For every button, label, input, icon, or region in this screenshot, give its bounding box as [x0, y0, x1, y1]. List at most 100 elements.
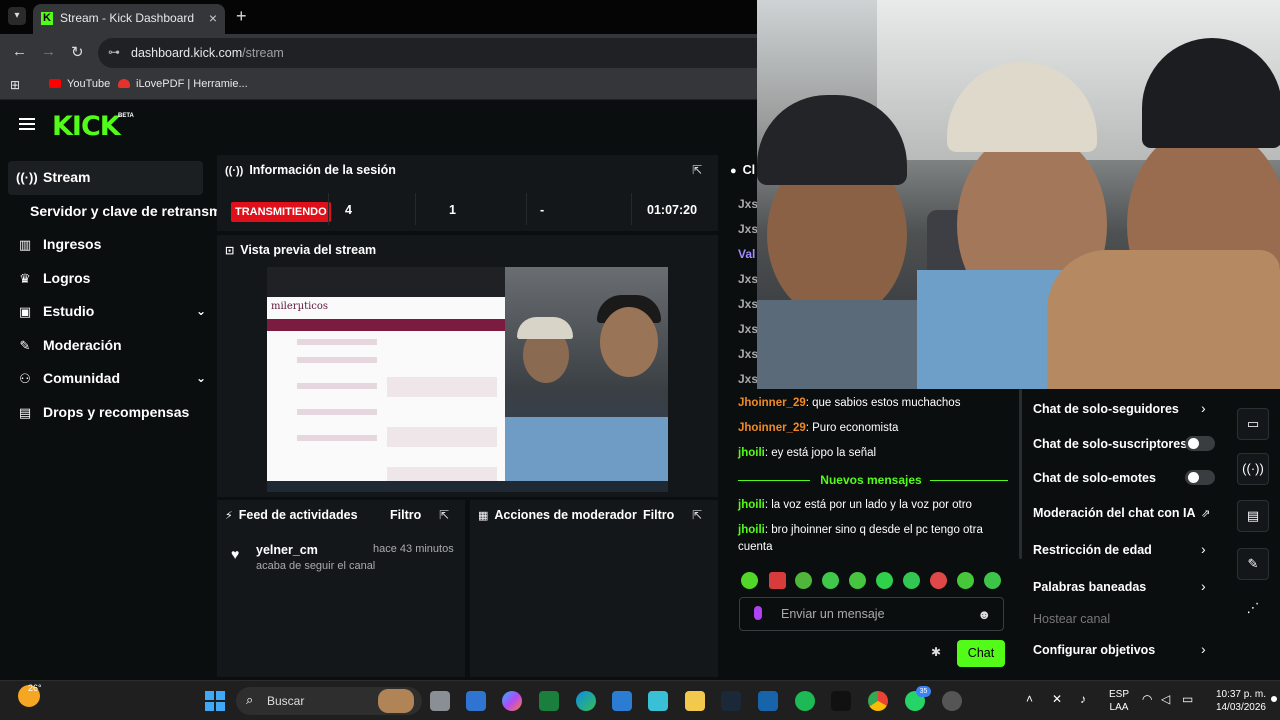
bookmark-youtube[interactable]: YouTube — [49, 78, 110, 90]
chat-panel-icon[interactable]: ▭ — [1237, 408, 1269, 440]
chrome-icon[interactable] — [868, 691, 888, 711]
tab-close-icon[interactable]: × — [209, 10, 217, 26]
kick-logo[interactable]: KICK — [52, 111, 121, 142]
gear-icon[interactable]: ✱ — [931, 645, 941, 659]
emote-icon[interactable] — [822, 572, 839, 589]
expand-icon[interactable]: ⇱ — [692, 163, 702, 177]
stream-preview-video[interactable]: milerµticos — [267, 267, 668, 492]
emote-icon[interactable] — [741, 572, 758, 589]
sidebar-item-stream[interactable]: ((·)) Stream — [8, 161, 203, 195]
chat-username[interactable]: jhoili — [738, 447, 765, 459]
obs-icon[interactable] — [942, 691, 962, 711]
app-icon[interactable] — [648, 691, 668, 711]
reload-icon[interactable]: ↻ — [71, 43, 84, 61]
sidebar-item-estudio[interactable]: ▣ Estudio ⌄ — [8, 295, 214, 329]
wifi-icon[interactable]: ◠ — [1142, 692, 1152, 706]
sidebar-item-drops[interactable]: ▤ Drops y recompensas — [8, 396, 214, 430]
emote-icon[interactable] — [795, 572, 812, 589]
sidebar-item-server-key[interactable]: Servidor y clave de retransm — [8, 195, 221, 229]
game-app-icon[interactable] — [539, 691, 559, 711]
back-icon[interactable]: ← — [12, 43, 27, 60]
mod-filter-button[interactable]: Filtro — [643, 508, 674, 522]
sidebar-item-ingresos[interactable]: ▥ Ingresos — [8, 228, 214, 262]
language-indicator[interactable]: ESP LAA — [1109, 688, 1129, 714]
chevron-right-icon[interactable]: › — [1201, 641, 1206, 657]
expand-icon[interactable]: ⇱ — [439, 508, 449, 522]
chat-username[interactable]: Jxs — [738, 197, 758, 211]
menu-icon[interactable] — [19, 118, 35, 130]
scrollbar[interactable] — [1019, 389, 1022, 559]
battery-icon[interactable]: ▭ — [1182, 692, 1193, 706]
spotify-icon[interactable] — [795, 691, 815, 711]
followers-only-chat[interactable]: Chat de solo-seguidores — [1033, 402, 1179, 416]
chat-username[interactable]: jhoili — [738, 524, 765, 536]
feed-username[interactable]: yelner_cm — [256, 543, 318, 557]
host-channel[interactable]: Hostear canal — [1033, 612, 1110, 626]
broadcast-tool-icon[interactable]: ((·)) — [1237, 453, 1269, 485]
banned-words[interactable]: Palabras baneadas — [1033, 580, 1146, 594]
vscode-icon[interactable] — [612, 691, 632, 711]
new-tab-button[interactable]: + — [236, 6, 247, 27]
chat-username[interactable]: Jhoinner_29 — [738, 422, 806, 434]
app-icon[interactable] — [758, 691, 778, 711]
emote-icon[interactable] — [849, 572, 866, 589]
sidebar-item-comunidad[interactable]: ⚇ Comunidad ⌄ — [8, 362, 214, 396]
tray-chevron-up-icon[interactable]: ˄ — [1026, 692, 1033, 706]
url-field[interactable]: ⊶ dashboard.kick.com/stream — [98, 38, 757, 68]
layout-tool-icon[interactable]: ▤ — [1237, 500, 1269, 532]
chat-username[interactable]: Jxs — [738, 322, 758, 336]
wrench-tool-icon[interactable]: ✎ — [1237, 548, 1269, 580]
sidebar-item-moderacion[interactable]: ✎ Moderación — [8, 329, 214, 363]
notification-icon[interactable] — [1271, 696, 1277, 702]
tiktok-icon[interactable] — [831, 691, 851, 711]
expand-icon[interactable]: ⇱ — [692, 508, 702, 522]
chevron-right-icon[interactable]: › — [1201, 578, 1206, 594]
file-explorer-icon[interactable] — [685, 691, 705, 711]
feed-filter-button[interactable]: Filtro — [390, 508, 421, 522]
chat-message-input[interactable]: Enviar un mensaje ☻ — [739, 597, 1004, 631]
bookmark-ilovepdf[interactable]: iLovePDF | Herramie... — [118, 78, 248, 90]
browser-tab[interactable]: K Stream - Kick Dashboard × — [33, 4, 225, 34]
chat-username[interactable]: Jxs — [738, 297, 758, 311]
share-icon[interactable]: ⋰ — [1237, 593, 1269, 625]
chat-username[interactable]: Jxs — [738, 222, 758, 236]
windows-start-icon[interactable] — [205, 691, 225, 711]
emote-icon[interactable] — [876, 572, 893, 589]
store-icon[interactable] — [466, 691, 486, 711]
emote-icon[interactable] — [957, 572, 974, 589]
configure-goals[interactable]: Configurar objetivos — [1033, 643, 1155, 657]
emote-icon[interactable] — [984, 572, 1001, 589]
chat-username[interactable]: jhoili — [738, 499, 765, 511]
age-restriction[interactable]: Restricción de edad — [1033, 543, 1152, 557]
chat-username[interactable]: Jxs — [738, 347, 758, 361]
chat-username[interactable]: Jxs — [738, 372, 758, 386]
emotes-only-toggle[interactable] — [1185, 470, 1215, 485]
emote-icon[interactable] — [930, 572, 947, 589]
tray-app-icon[interactable]: ✕ — [1052, 692, 1062, 706]
forward-icon[interactable]: → — [41, 43, 56, 60]
task-view-icon[interactable] — [430, 691, 450, 711]
chat-username[interactable]: Jxs — [738, 272, 758, 286]
volume-icon[interactable]: ◁ — [1161, 692, 1170, 706]
external-link-icon[interactable]: ⇗ — [1201, 507, 1210, 520]
edge-icon[interactable] — [576, 691, 596, 711]
chat-username[interactable]: Jhoinner_29 — [738, 397, 806, 409]
chat-username[interactable]: Val — [738, 247, 755, 261]
steam-icon[interactable] — [721, 691, 741, 711]
microphone-icon[interactable] — [754, 606, 762, 620]
emoji-icon[interactable]: ☻ — [977, 607, 991, 622]
ai-chat-moderation[interactable]: Moderación del chat con IA — [1033, 506, 1196, 520]
emote-icon[interactable] — [903, 572, 920, 589]
microphone-icon[interactable]: ♪ — [1080, 692, 1086, 706]
clock[interactable]: 10:37 p. m. 14/03/2026 — [1210, 688, 1266, 714]
chevron-right-icon[interactable]: › — [1201, 541, 1206, 557]
emote-icon[interactable] — [769, 572, 786, 589]
copilot-icon[interactable] — [502, 691, 522, 711]
tab-search-button[interactable]: ▾ — [8, 7, 26, 25]
subscribers-only-toggle[interactable] — [1185, 436, 1215, 451]
apps-grid-icon[interactable]: ⊞ — [10, 78, 20, 92]
send-chat-button[interactable]: Chat — [957, 640, 1005, 667]
sidebar-item-logros[interactable]: ♛ Logros — [8, 262, 214, 296]
chevron-right-icon[interactable]: › — [1201, 400, 1206, 416]
site-info-icon[interactable]: ⊶ — [108, 45, 120, 59]
